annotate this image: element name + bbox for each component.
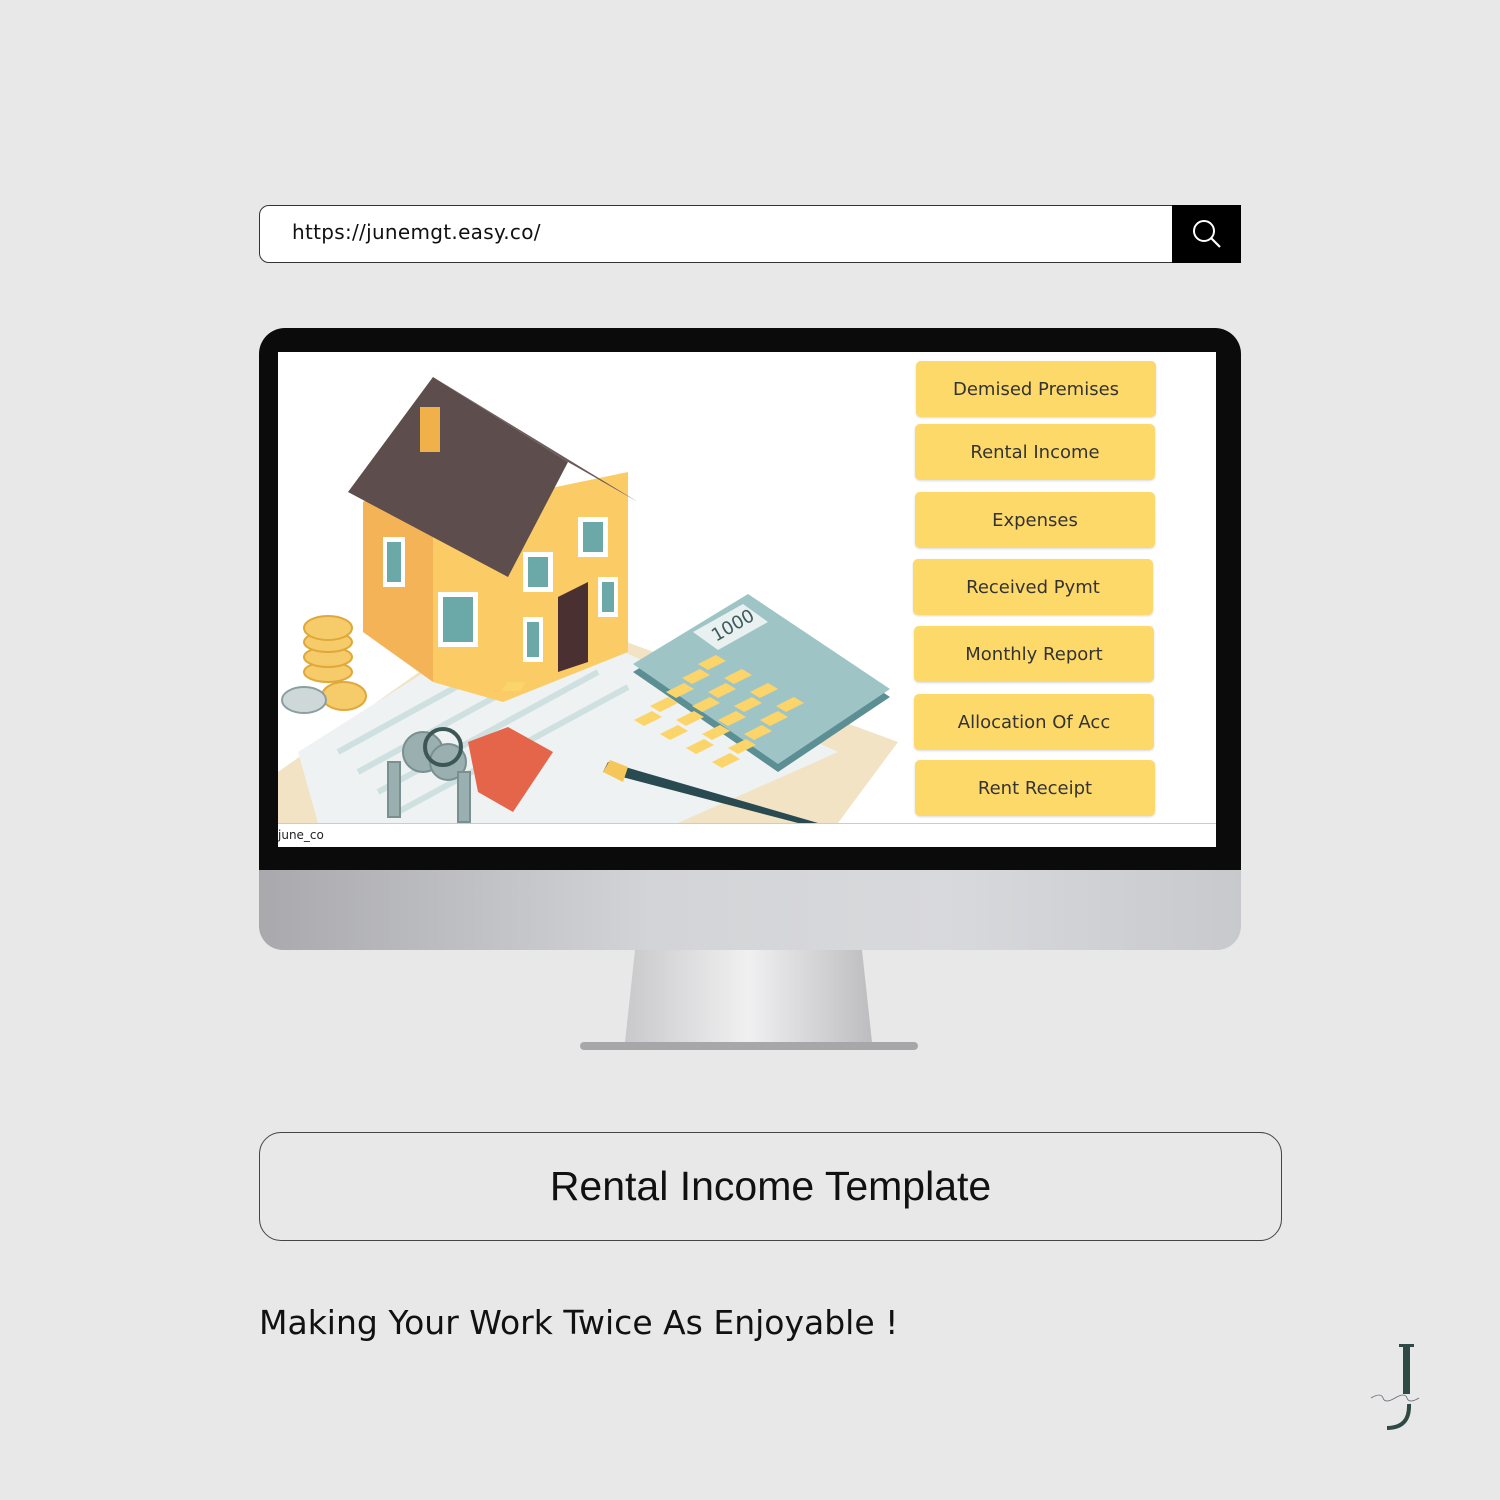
menu-button-rental-income[interactable]: Rental Income — [915, 424, 1155, 480]
menu-button-expenses[interactable]: Expenses — [915, 492, 1155, 548]
menu-button-received-pymt[interactable]: Received Pymt — [913, 559, 1153, 615]
url-text[interactable]: https://junemgt.easy.co/ — [292, 220, 541, 244]
url-bar[interactable]: https://junemgt.easy.co/ — [259, 204, 1241, 263]
tagline: Making Your Work Twice As Enjoyable ! — [259, 1303, 899, 1342]
menu-button-rent-receipt[interactable]: Rent Receipt — [915, 760, 1155, 816]
menu-button-allocation-of-acc[interactable]: Allocation Of Acc — [914, 694, 1154, 750]
monitor-stand — [580, 950, 918, 1050]
search-icon — [1192, 219, 1221, 248]
page-title: Rental Income Template — [259, 1132, 1282, 1241]
monitor-screen: 1000 Demised Premises Rental Income Expe… — [278, 352, 1216, 847]
brand-logo — [1370, 1344, 1420, 1430]
house-illustration: 1000 — [278, 377, 898, 823]
sheet-tab[interactable]: june_co — [278, 828, 324, 842]
monitor-chin — [259, 870, 1241, 950]
monitor-bezel: 1000 Demised Premises Rental Income Expe… — [259, 328, 1241, 873]
sheet-tab-bar: june_co — [278, 823, 1216, 847]
menu-button-monthly-report[interactable]: Monthly Report — [914, 626, 1154, 682]
search-button[interactable] — [1172, 204, 1241, 263]
menu-button-demised-premises[interactable]: Demised Premises — [916, 361, 1156, 417]
